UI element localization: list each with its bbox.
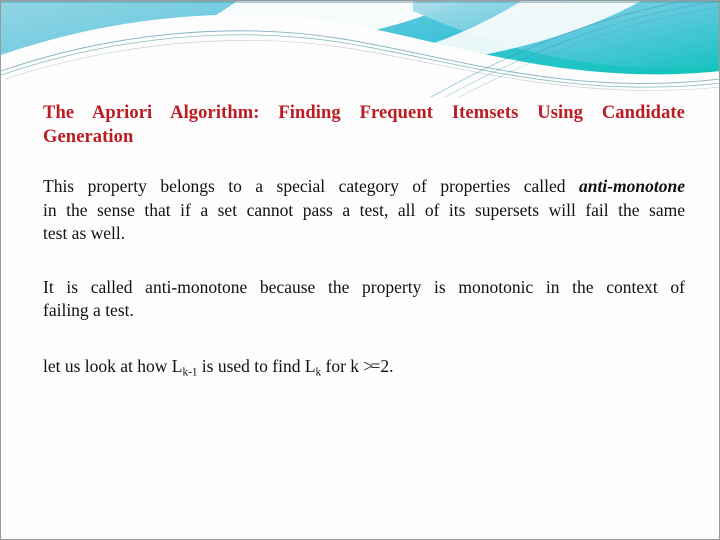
title-line-1: The Apriori Algorithm: Finding Frequent … bbox=[43, 103, 685, 123]
paragraph-lk-usage: let us look at how Lk-1 is used to find … bbox=[43, 355, 685, 379]
paragraph3-text-part-1: let us look at how L bbox=[43, 355, 183, 376]
paragraph3-line-1: let us look at how Lk-1 is used to find … bbox=[43, 355, 685, 379]
paragraph-monotonic-context: It is called anti-monotone because the p… bbox=[43, 276, 685, 323]
presentation-slide: The Apriori Algorithm: Finding Frequent … bbox=[0, 0, 720, 540]
paragraph1-line-3: test as well. bbox=[43, 223, 126, 243]
paragraph-anti-monotone-definition: This property belongs to a special categ… bbox=[43, 175, 685, 246]
page-title: The Apriori Algorithm: Finding Frequent … bbox=[43, 101, 685, 149]
slide-content: The Apriori Algorithm: Finding Frequent … bbox=[43, 101, 685, 378]
greater-than-or-equal-operator: >= bbox=[363, 355, 380, 376]
paragraph1-line-2: in the sense that if a set cannot pass a… bbox=[43, 199, 685, 220]
subscript-k-minus-1: k-1 bbox=[182, 356, 198, 379]
paragraph1-line-1: This property belongs to a special categ… bbox=[43, 175, 685, 199]
wave-banner bbox=[1, 1, 719, 97]
title-line-2: Generation bbox=[43, 127, 134, 147]
paragraph3-text-part-4: 2. bbox=[380, 355, 394, 376]
paragraph3-text-part-2: is used to find L bbox=[197, 355, 316, 376]
subscript-k-minus-1-value: k-1 bbox=[182, 366, 198, 379]
paragraph2-line-1: It is called anti-monotone because the p… bbox=[43, 276, 685, 297]
paragraph2-line-2: failing a test. bbox=[43, 300, 134, 320]
paragraph3-text-part-3: for k bbox=[321, 355, 364, 376]
term-anti-monotone: anti-monotone bbox=[579, 176, 685, 196]
paragraph1-line-1-text: This property belongs to a special categ… bbox=[43, 176, 579, 196]
